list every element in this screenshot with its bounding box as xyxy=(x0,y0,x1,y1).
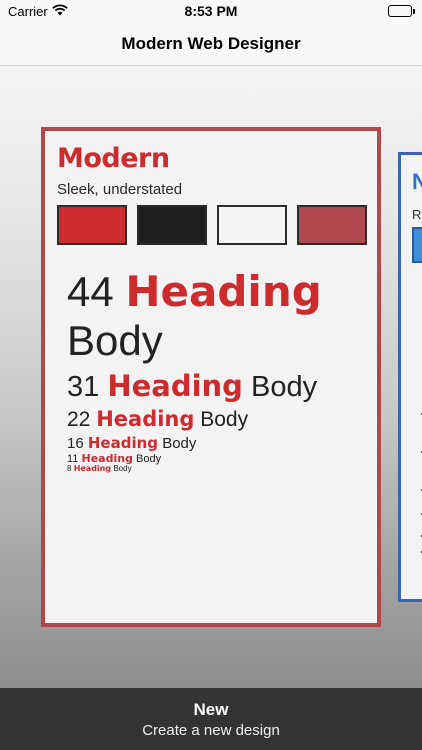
type-body-sample: Body xyxy=(200,408,249,431)
type-heading-sample: Heading xyxy=(125,267,322,316)
type-sample-44: 44 Heading xyxy=(67,267,322,316)
type-sample-22: 22 Heading Body xyxy=(67,407,248,432)
type-body-sample: Body xyxy=(67,317,163,364)
new-design-button[interactable]: New Create a new design xyxy=(0,688,422,750)
type-body-sample: Body xyxy=(136,453,162,465)
design-name-partial: N xyxy=(412,169,422,194)
new-button-subtitle: Create a new design xyxy=(142,722,280,739)
design-card-next[interactable]: N R xyxy=(398,152,422,602)
clock-time: 8:53 PM xyxy=(184,3,238,19)
page-title: Modern Web Designer xyxy=(121,34,301,53)
type-sample-8: 8 Heading Body xyxy=(67,464,132,473)
type-size-label: 16 xyxy=(67,435,84,452)
type-heading-sample: Heading xyxy=(96,407,195,431)
type-body-sample: Body xyxy=(162,435,197,452)
type-sample-44-body: Body xyxy=(67,317,163,365)
type-heading-sample: Heading xyxy=(107,369,243,403)
status-bar: Carrier 8:53 PM xyxy=(0,0,422,22)
design-carousel[interactable]: Modern Sleek, understated 44 Heading Bod… xyxy=(0,66,422,688)
design-tagline: Sleek, understated xyxy=(57,181,183,198)
color-swatch-primary xyxy=(412,227,422,263)
color-swatch-light xyxy=(217,205,287,245)
type-size-label: 8 xyxy=(67,464,72,473)
new-button-label: New xyxy=(193,700,229,719)
type-sample-31: 31 Heading Body xyxy=(67,369,317,404)
design-name: Modern xyxy=(57,143,170,174)
navigation-bar: Modern Web Designer xyxy=(0,22,422,66)
type-heading-sample: Heading xyxy=(87,434,159,452)
type-sample-16: 16 Heading Body xyxy=(67,434,196,452)
type-body-sample: Body xyxy=(251,371,318,403)
design-card-modern[interactable]: Modern Sleek, understated 44 Heading Bod… xyxy=(41,127,381,627)
battery-icon xyxy=(388,5,415,17)
color-swatch-primary xyxy=(57,205,127,245)
type-size-label: 31 xyxy=(67,371,100,403)
type-body-sample: Body xyxy=(113,464,132,473)
type-size-label: 22 xyxy=(67,408,91,431)
design-tagline-partial: R xyxy=(412,207,422,222)
type-size-label: 44 xyxy=(67,268,114,315)
color-swatch-dark xyxy=(137,205,207,245)
color-swatch-accent xyxy=(297,205,367,245)
type-heading-sample: Heading xyxy=(73,464,112,473)
